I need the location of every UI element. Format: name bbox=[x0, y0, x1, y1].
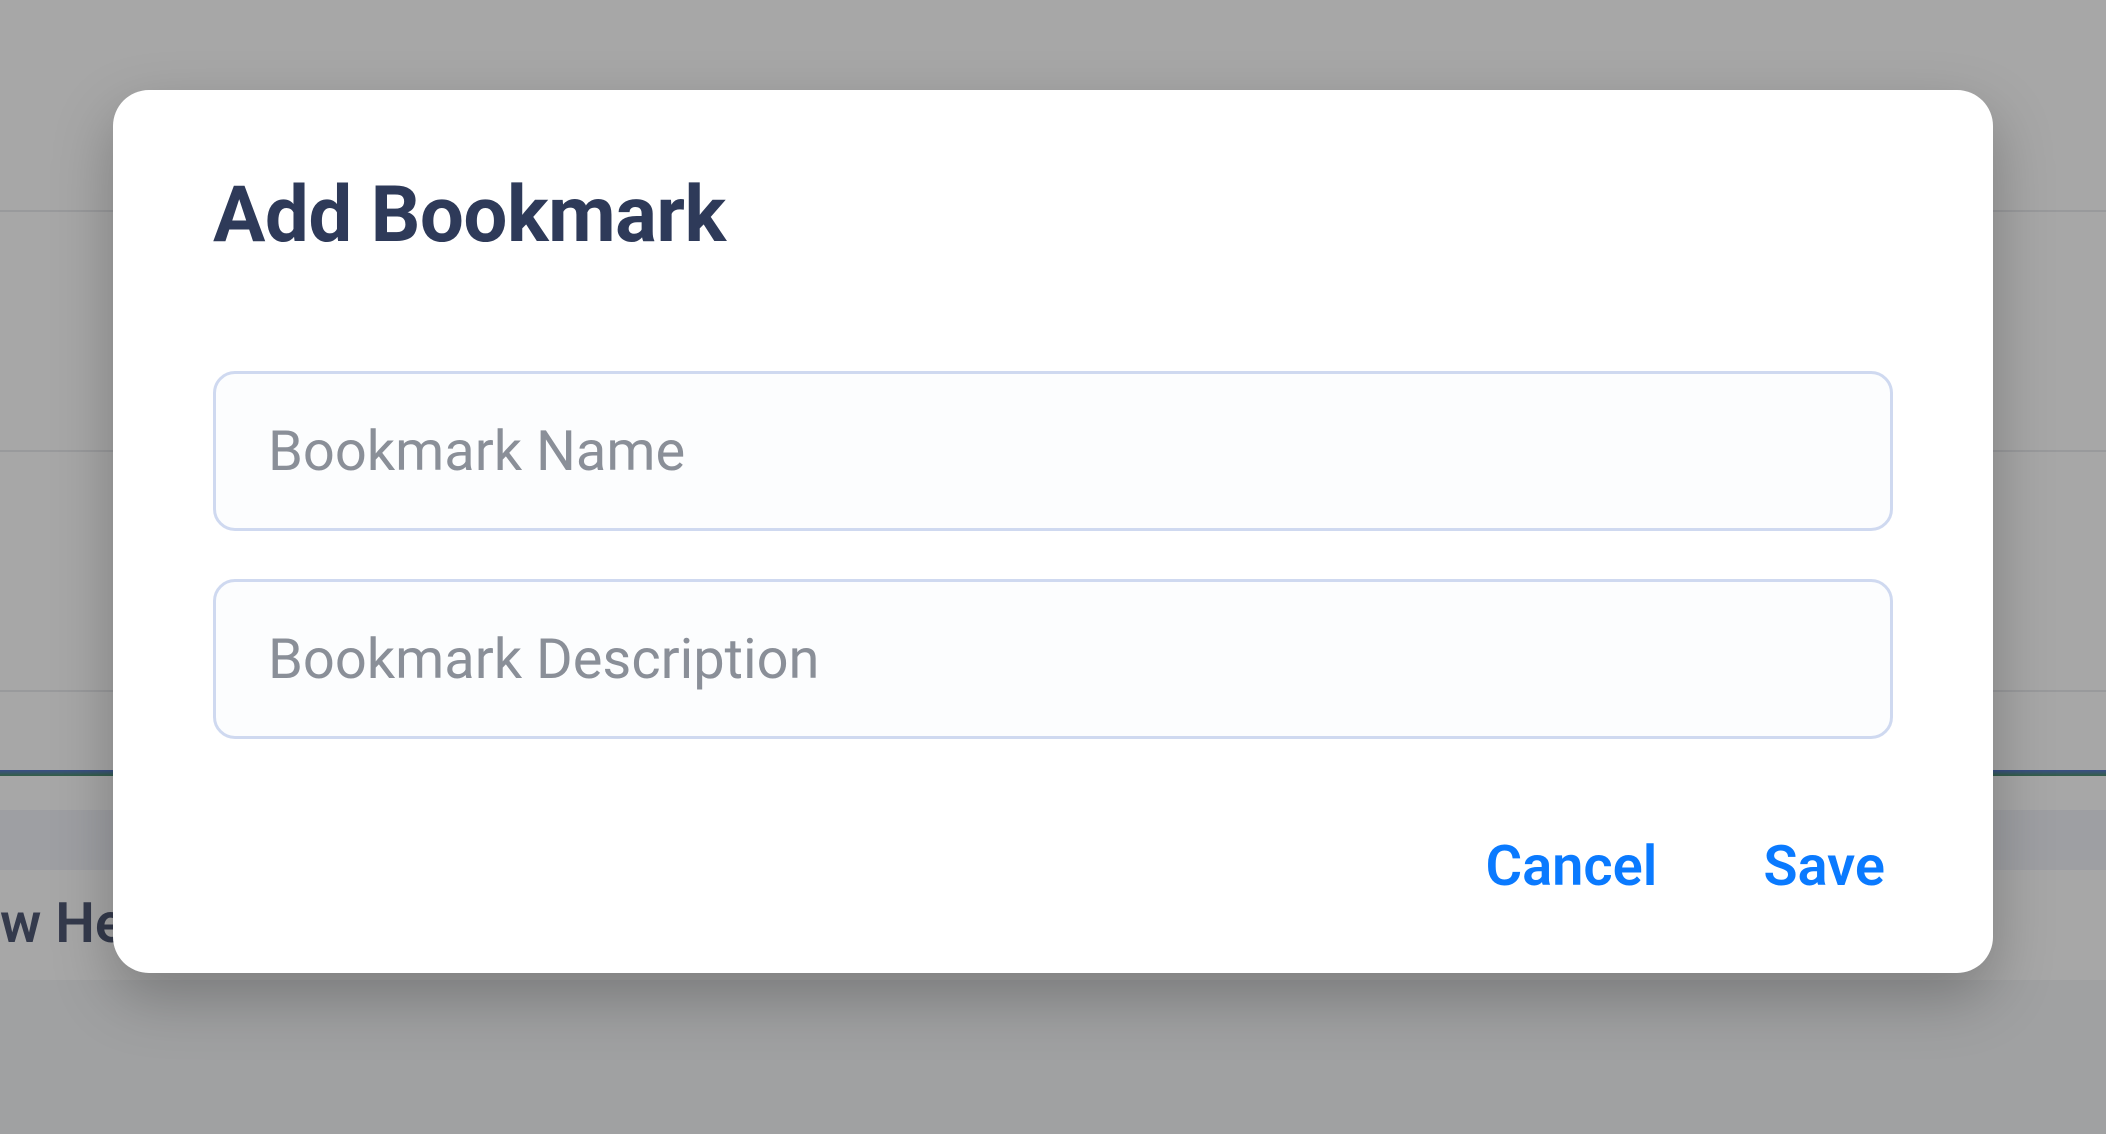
modal-title: Add Bookmark bbox=[213, 170, 1893, 261]
cancel-button[interactable]: Cancel bbox=[1477, 829, 1665, 903]
bookmark-name-input[interactable] bbox=[213, 371, 1893, 531]
modal-actions: Cancel Save bbox=[213, 829, 1893, 903]
modal-overlay: Add Bookmark Cancel Save bbox=[0, 0, 2106, 1134]
save-button[interactable]: Save bbox=[1755, 829, 1893, 903]
add-bookmark-modal: Add Bookmark Cancel Save bbox=[113, 90, 1993, 973]
bookmark-description-input[interactable] bbox=[213, 579, 1893, 739]
